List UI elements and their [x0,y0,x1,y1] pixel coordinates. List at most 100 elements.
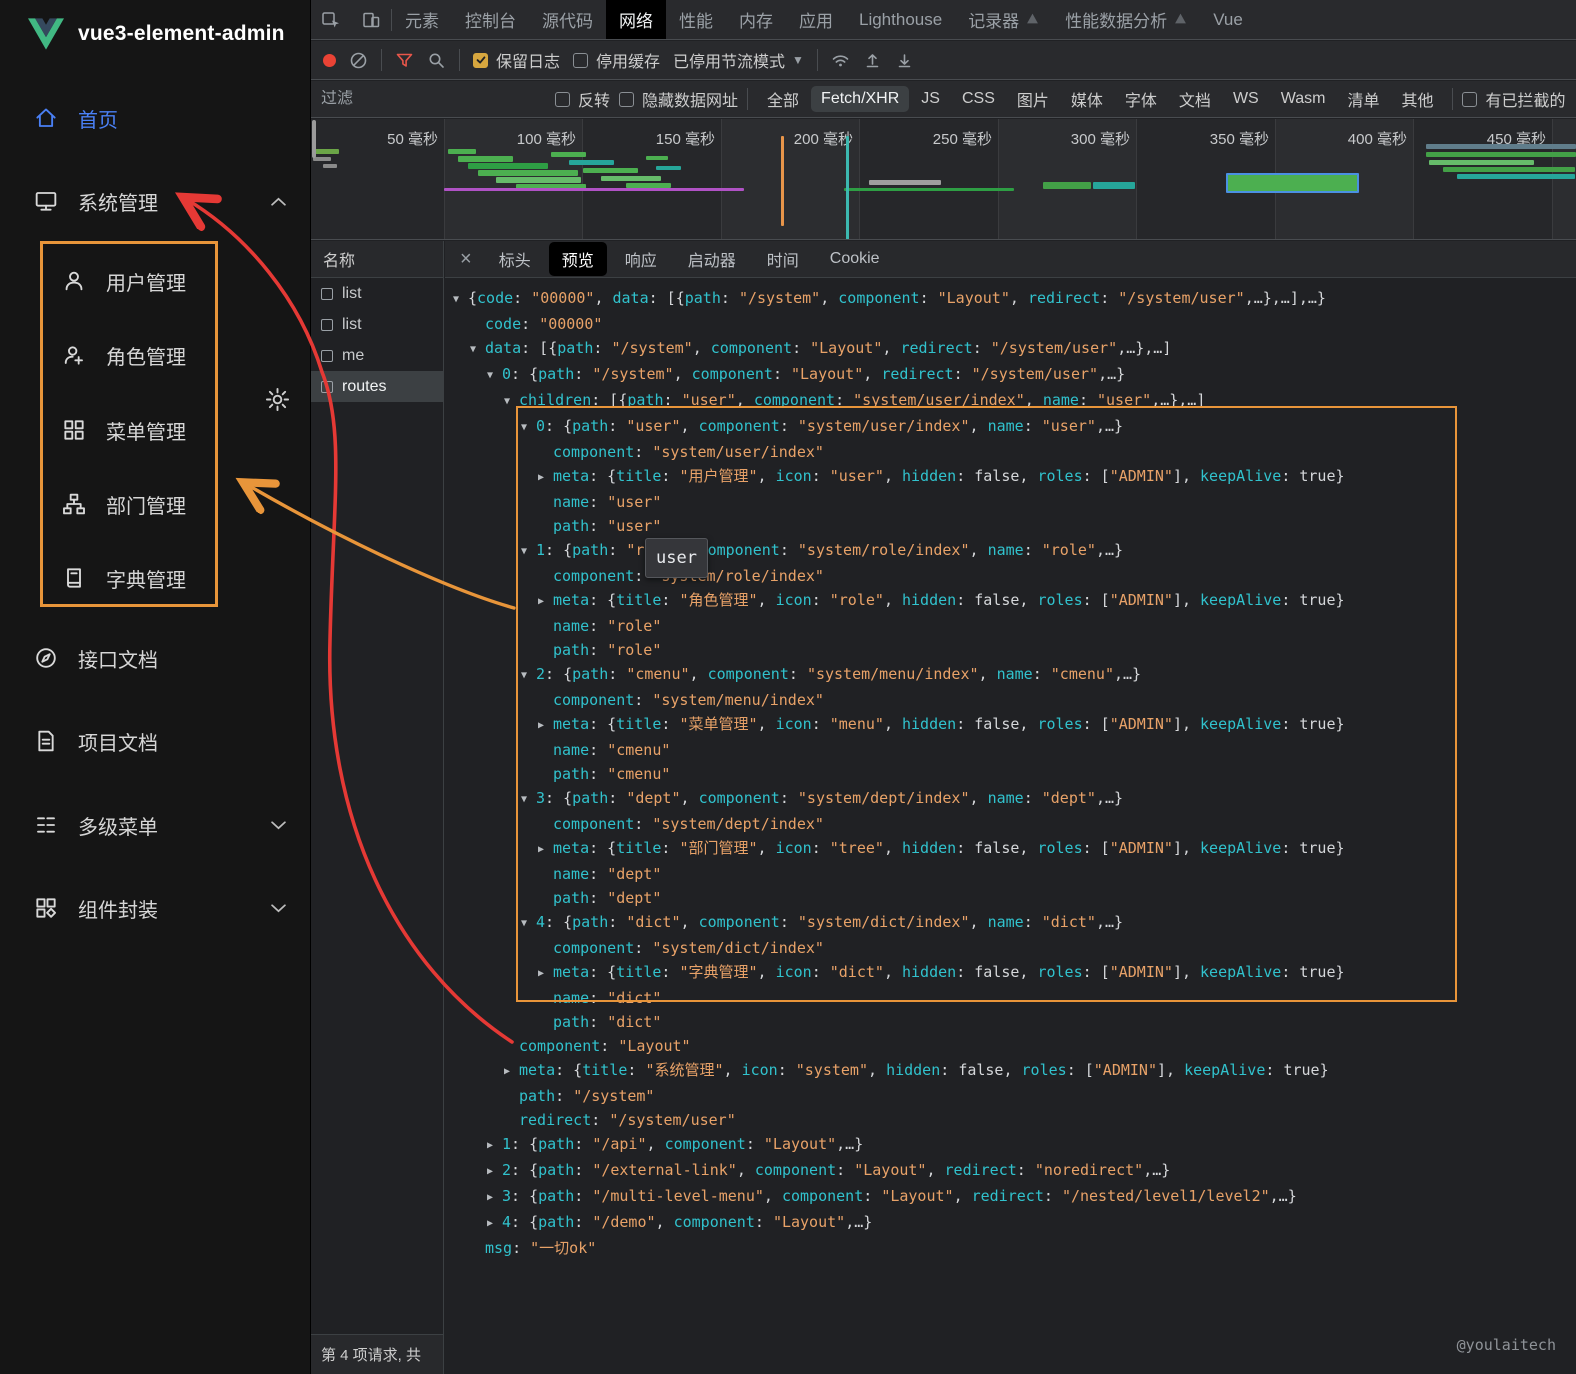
filter-type-清单[interactable]: 清单 [1337,83,1389,115]
filter-type-WS[interactable]: WS [1223,86,1269,112]
expander-closed-icon[interactable]: ▶ [487,1212,502,1236]
json-line[interactable]: ▶4: {path: "/demo", component: "Layout",… [445,1210,1576,1236]
import-har-icon[interactable] [863,51,882,70]
json-line[interactable]: path: "cmenu" [445,762,1576,786]
json-line[interactable]: ▼{code: "00000", data: [{path: "/system"… [445,286,1576,312]
expander-closed-icon[interactable]: ▶ [504,1060,519,1084]
throttling-select[interactable]: 已停用节流模式 ▼ [673,48,804,72]
filter-type-JS[interactable]: JS [911,86,950,112]
blocked-cookies-checkbox[interactable]: 有已拦截的 [1462,87,1565,111]
expander-closed-icon[interactable]: ▶ [538,838,553,862]
sidebar-item-user[interactable]: 用户管理 [0,253,310,309]
json-line[interactable]: redirect: "/system/user" [445,1108,1576,1132]
request-list-header[interactable]: 名称 [311,241,443,278]
json-line[interactable]: component: "system/role/index" [445,564,1576,588]
json-line[interactable]: name: "user" [445,490,1576,514]
sidebar-item-api[interactable]: 接口文档 [0,630,310,686]
detail-tab-标头[interactable]: 标头 [486,242,544,276]
json-line[interactable]: ▶meta: {title: "字典管理", icon: "dict", hid… [445,960,1576,986]
filter-type-文档[interactable]: 文档 [1169,83,1221,115]
filter-type-图片[interactable]: 图片 [1007,83,1059,115]
json-line[interactable]: ▶meta: {title: "用户管理", icon: "user", hid… [445,464,1576,490]
json-line[interactable]: component: "system/dict/index" [445,936,1576,960]
json-line[interactable]: ▶meta: {title: "角色管理", icon: "role", hid… [445,588,1576,614]
disable-cache-checkbox[interactable]: 停用缓存 [573,48,660,72]
request-row-list[interactable]: list [311,309,443,340]
filter-type-Fetch/XHR[interactable]: Fetch/XHR [811,86,909,112]
json-line[interactable]: name: "dept" [445,862,1576,886]
detail-tab-响应[interactable]: 响应 [612,242,670,276]
json-line[interactable]: path: "user" [445,514,1576,538]
json-line[interactable]: name: "dict" [445,986,1576,1010]
request-row-me[interactable]: me [311,340,443,371]
json-line[interactable]: ▶meta: {title: "菜单管理", icon: "menu", hid… [445,712,1576,738]
detail-tab-预览[interactable]: 预览 [549,242,607,276]
clear-network-log-icon[interactable] [349,51,368,70]
preserve-log-checkbox[interactable]: 保留日志 [473,48,560,72]
json-line[interactable]: component: "system/menu/index" [445,688,1576,712]
filter-type-字体[interactable]: 字体 [1115,83,1167,115]
json-line[interactable]: ▶meta: {title: "系统管理", icon: "system", h… [445,1058,1576,1084]
json-line[interactable]: msg: "一切ok" [445,1236,1576,1260]
network-overview[interactable]: 50 毫秒100 毫秒150 毫秒200 毫秒250 毫秒300 毫秒350 毫… [311,119,1576,240]
devtools-tab-Vue[interactable]: Vue [1200,0,1256,39]
overview-scrollbar[interactable] [312,120,316,158]
json-line[interactable]: ▼3: {path: "dept", component: "system/de… [445,786,1576,812]
json-line[interactable]: ▼2: {path: "cmenu", component: "system/m… [445,662,1576,688]
expander-closed-icon[interactable]: ▶ [487,1186,502,1210]
json-line[interactable]: ▼1: {path: "role", component: "system/ro… [445,538,1576,564]
json-line[interactable]: ▼data: [{path: "/system", component: "La… [445,336,1576,362]
json-line[interactable]: code: "00000" [445,312,1576,336]
filter-type-媒体[interactable]: 媒体 [1061,83,1113,115]
devtools-tab-源代码[interactable]: 源代码 [529,0,606,39]
devtools-tab-性能[interactable]: 性能 [666,0,726,39]
json-line[interactable]: path: "dept" [445,886,1576,910]
expander-open-icon[interactable]: ▼ [521,664,536,688]
json-line[interactable]: component: "Layout" [445,1034,1576,1058]
json-line[interactable]: ▼4: {path: "dict", component: "system/di… [445,910,1576,936]
devtools-tab-性能数据分析[interactable]: 性能数据分析 [1052,0,1200,39]
expander-open-icon[interactable]: ▼ [453,288,468,312]
detail-tab-Cookie[interactable]: Cookie [817,245,893,273]
expander-open-icon[interactable]: ▼ [521,788,536,812]
filter-type-Wasm[interactable]: Wasm [1271,86,1336,112]
network-conditions-icon[interactable] [831,51,850,70]
expander-open-icon[interactable]: ▼ [470,338,485,362]
expander-open-icon[interactable]: ▼ [521,416,536,440]
export-har-icon[interactable] [895,51,914,70]
sidebar-item-system[interactable]: 系统管理 [0,173,310,229]
expander-closed-icon[interactable]: ▶ [487,1160,502,1184]
sidebar-item-doc[interactable]: 项目文档 [0,713,310,769]
filter-type-全部[interactable]: 全部 [757,83,809,115]
filter-funnel-icon[interactable] [395,51,414,70]
json-line[interactable]: ▶3: {path: "/multi-level-menu", componen… [445,1184,1576,1210]
json-line[interactable]: ▼0: {path: "user", component: "system/us… [445,414,1576,440]
json-line[interactable]: ▶2: {path: "/external-link", component: … [445,1158,1576,1184]
expander-open-icon[interactable]: ▼ [521,540,536,564]
expander-closed-icon[interactable]: ▶ [538,590,553,614]
json-line[interactable]: ▶1: {path: "/api", component: "Layout",…… [445,1132,1576,1158]
devtools-tab-应用[interactable]: 应用 [786,0,846,39]
json-line[interactable]: name: "role" [445,614,1576,638]
sidebar-item-dept[interactable]: 部门管理 [0,476,310,532]
sidebar-item-home[interactable]: 首页 [0,90,310,146]
expander-closed-icon[interactable]: ▶ [538,962,553,986]
sidebar-item-component[interactable]: 组件封装 [0,880,310,936]
request-row-routes[interactable]: routes [311,371,443,402]
devtools-tab-Lighthouse[interactable]: Lighthouse [846,0,955,39]
devtools-tab-内存[interactable]: 内存 [726,0,786,39]
app-logo[interactable]: vue3-element-admin [28,18,285,50]
json-line[interactable]: ▼0: {path: "/system", component: "Layout… [445,362,1576,388]
device-toolbar-icon[interactable] [351,0,391,39]
filter-input[interactable] [321,90,546,108]
expander-open-icon[interactable]: ▼ [487,364,502,388]
devtools-tab-控制台[interactable]: 控制台 [452,0,529,39]
devtools-tab-网络[interactable]: 网络 [606,0,666,39]
sidebar-item-role[interactable]: 角色管理 [0,327,310,383]
json-line[interactable]: path: "/system" [445,1084,1576,1108]
request-row-list[interactable]: list [311,278,443,309]
expander-closed-icon[interactable]: ▶ [538,714,553,738]
detail-tab-启动器[interactable]: 启动器 [675,242,749,276]
search-icon[interactable] [427,51,446,70]
json-line[interactable]: ▶meta: {title: "部门管理", icon: "tree", hid… [445,836,1576,862]
